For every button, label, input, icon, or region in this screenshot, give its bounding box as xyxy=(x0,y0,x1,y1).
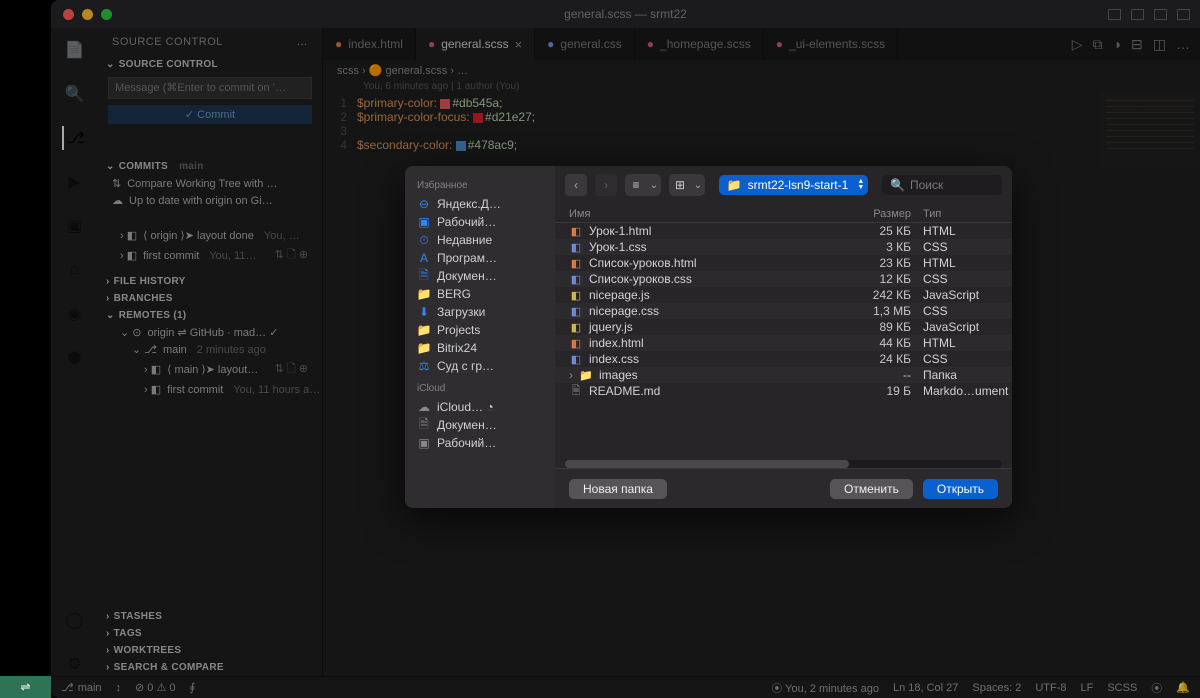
file-row[interactable]: ◧nicepage.js242 КБJavaScriptСего… xyxy=(555,287,1012,303)
file-row[interactable]: ◧index.css24 КБCSSСего… xyxy=(555,351,1012,367)
sidebar-item[interactable]: ⬇Загрузки xyxy=(413,303,547,321)
cancel-button[interactable]: Отменить xyxy=(830,479,913,499)
sidebar-item[interactable]: 📁Bitrix24 xyxy=(413,339,547,357)
file-row[interactable]: ◧nicepage.css1,3 МБCSSСего… xyxy=(555,303,1012,319)
file-row[interactable]: ◧index.html44 КБHTMLСего… xyxy=(555,335,1012,351)
sidebar-item[interactable]: 📁BERG xyxy=(413,285,547,303)
js-icon: ◧ xyxy=(569,288,583,302)
file-row[interactable]: ◧jquery.js89 КБJavaScriptСего… xyxy=(555,319,1012,335)
sidebar-item[interactable]: 🗎Докумен… xyxy=(413,416,547,434)
md-icon: 🗎 xyxy=(569,384,583,398)
js-icon: ◧ xyxy=(569,320,583,334)
file-row[interactable]: › 📁images--ПапкаСего… xyxy=(555,367,1012,383)
open-file-dialog: Избранное ⊖Яндекс.Д…▣Рабочий…⏱НедавниеAП… xyxy=(405,166,1012,508)
file-row[interactable]: ◧Урок-1.html25 КБHTMLСего… xyxy=(555,223,1012,239)
sidebar-item[interactable]: ⚖Суд с гр… xyxy=(413,357,547,375)
sidebar-item[interactable]: ⏱Недавние xyxy=(413,231,547,249)
file-row[interactable]: ◧Список-уроков.html23 КБHTMLСего… xyxy=(555,255,1012,271)
css-icon: ◧ xyxy=(569,240,583,254)
css-icon: ◧ xyxy=(569,304,583,318)
css-icon: ◧ xyxy=(569,272,583,286)
sidebar-item[interactable]: ☁iCloud… ◔ xyxy=(413,398,547,416)
folder-path-dropdown[interactable]: 📁 srmt22-lsn9-start-1 ▲▼ xyxy=(719,175,869,195)
favorites-header: Избранное xyxy=(417,180,547,191)
nav-back-icon[interactable]: ‹ xyxy=(565,174,587,196)
sidebar-item[interactable]: AПрограм… xyxy=(413,249,547,267)
vscode-window: general.scss — srmt22 📄 🔍 ⎇ ▶ ▣ ⌂ ◉ ⬢ ◯ … xyxy=(51,0,1200,698)
file-row[interactable]: 🗎README.md19 БMarkdo…umentСего… xyxy=(555,383,1012,399)
sidebar-item[interactable]: ⊖Яндекс.Д… xyxy=(413,195,547,213)
html-icon: ◧ xyxy=(569,336,583,350)
html-icon: ◧ xyxy=(569,224,583,238)
dialog-toolbar: ‹ › ≡⌄ ⊞⌄ 📁 srmt22-lsn9-start-1 ▲▼ xyxy=(555,166,1012,204)
file-list: ◧Урок-1.html25 КБHTMLСего…◧Урок-1.css3 К… xyxy=(555,223,1012,454)
sidebar-item[interactable]: 📁Projects xyxy=(413,321,547,339)
fold-icon: 📁 xyxy=(579,368,593,382)
grid-view-icon[interactable]: ⊞ xyxy=(669,174,691,196)
search-icon: 🔍 xyxy=(890,178,905,192)
file-row[interactable]: ◧Урок-1.css3 КБCSSСего… xyxy=(555,239,1012,255)
sidebar-item[interactable]: ▣Рабочий… xyxy=(413,434,547,452)
folder-icon: 📁 xyxy=(727,178,742,192)
nav-forward-icon[interactable]: › xyxy=(595,174,617,196)
remote-indicator[interactable]: ⇌ xyxy=(0,676,51,698)
sidebar-item[interactable]: 🗎Докумен… xyxy=(413,267,547,285)
dialog-search[interactable]: 🔍 Поиск xyxy=(882,175,1002,195)
css-icon: ◧ xyxy=(569,352,583,366)
file-row[interactable]: ◧Список-уроков.css12 КБCSSСего… xyxy=(555,271,1012,287)
sidebar-item[interactable]: ▣Рабочий… xyxy=(413,213,547,231)
icloud-header: iCloud xyxy=(417,383,547,394)
html-icon: ◧ xyxy=(569,256,583,270)
new-folder-button[interactable]: Новая папка xyxy=(569,479,667,499)
list-view-icon[interactable]: ≡ xyxy=(625,174,647,196)
horizontal-scrollbar[interactable] xyxy=(565,460,1002,468)
dialog-sidebar: Избранное ⊖Яндекс.Д…▣Рабочий…⏱НедавниеAП… xyxy=(405,166,555,508)
dialog-footer: Новая папка Отменить Открыть xyxy=(555,468,1012,508)
open-button[interactable]: Открыть xyxy=(923,479,998,499)
column-headers[interactable]: Имя Размер Тип Дата… xyxy=(555,204,1012,223)
